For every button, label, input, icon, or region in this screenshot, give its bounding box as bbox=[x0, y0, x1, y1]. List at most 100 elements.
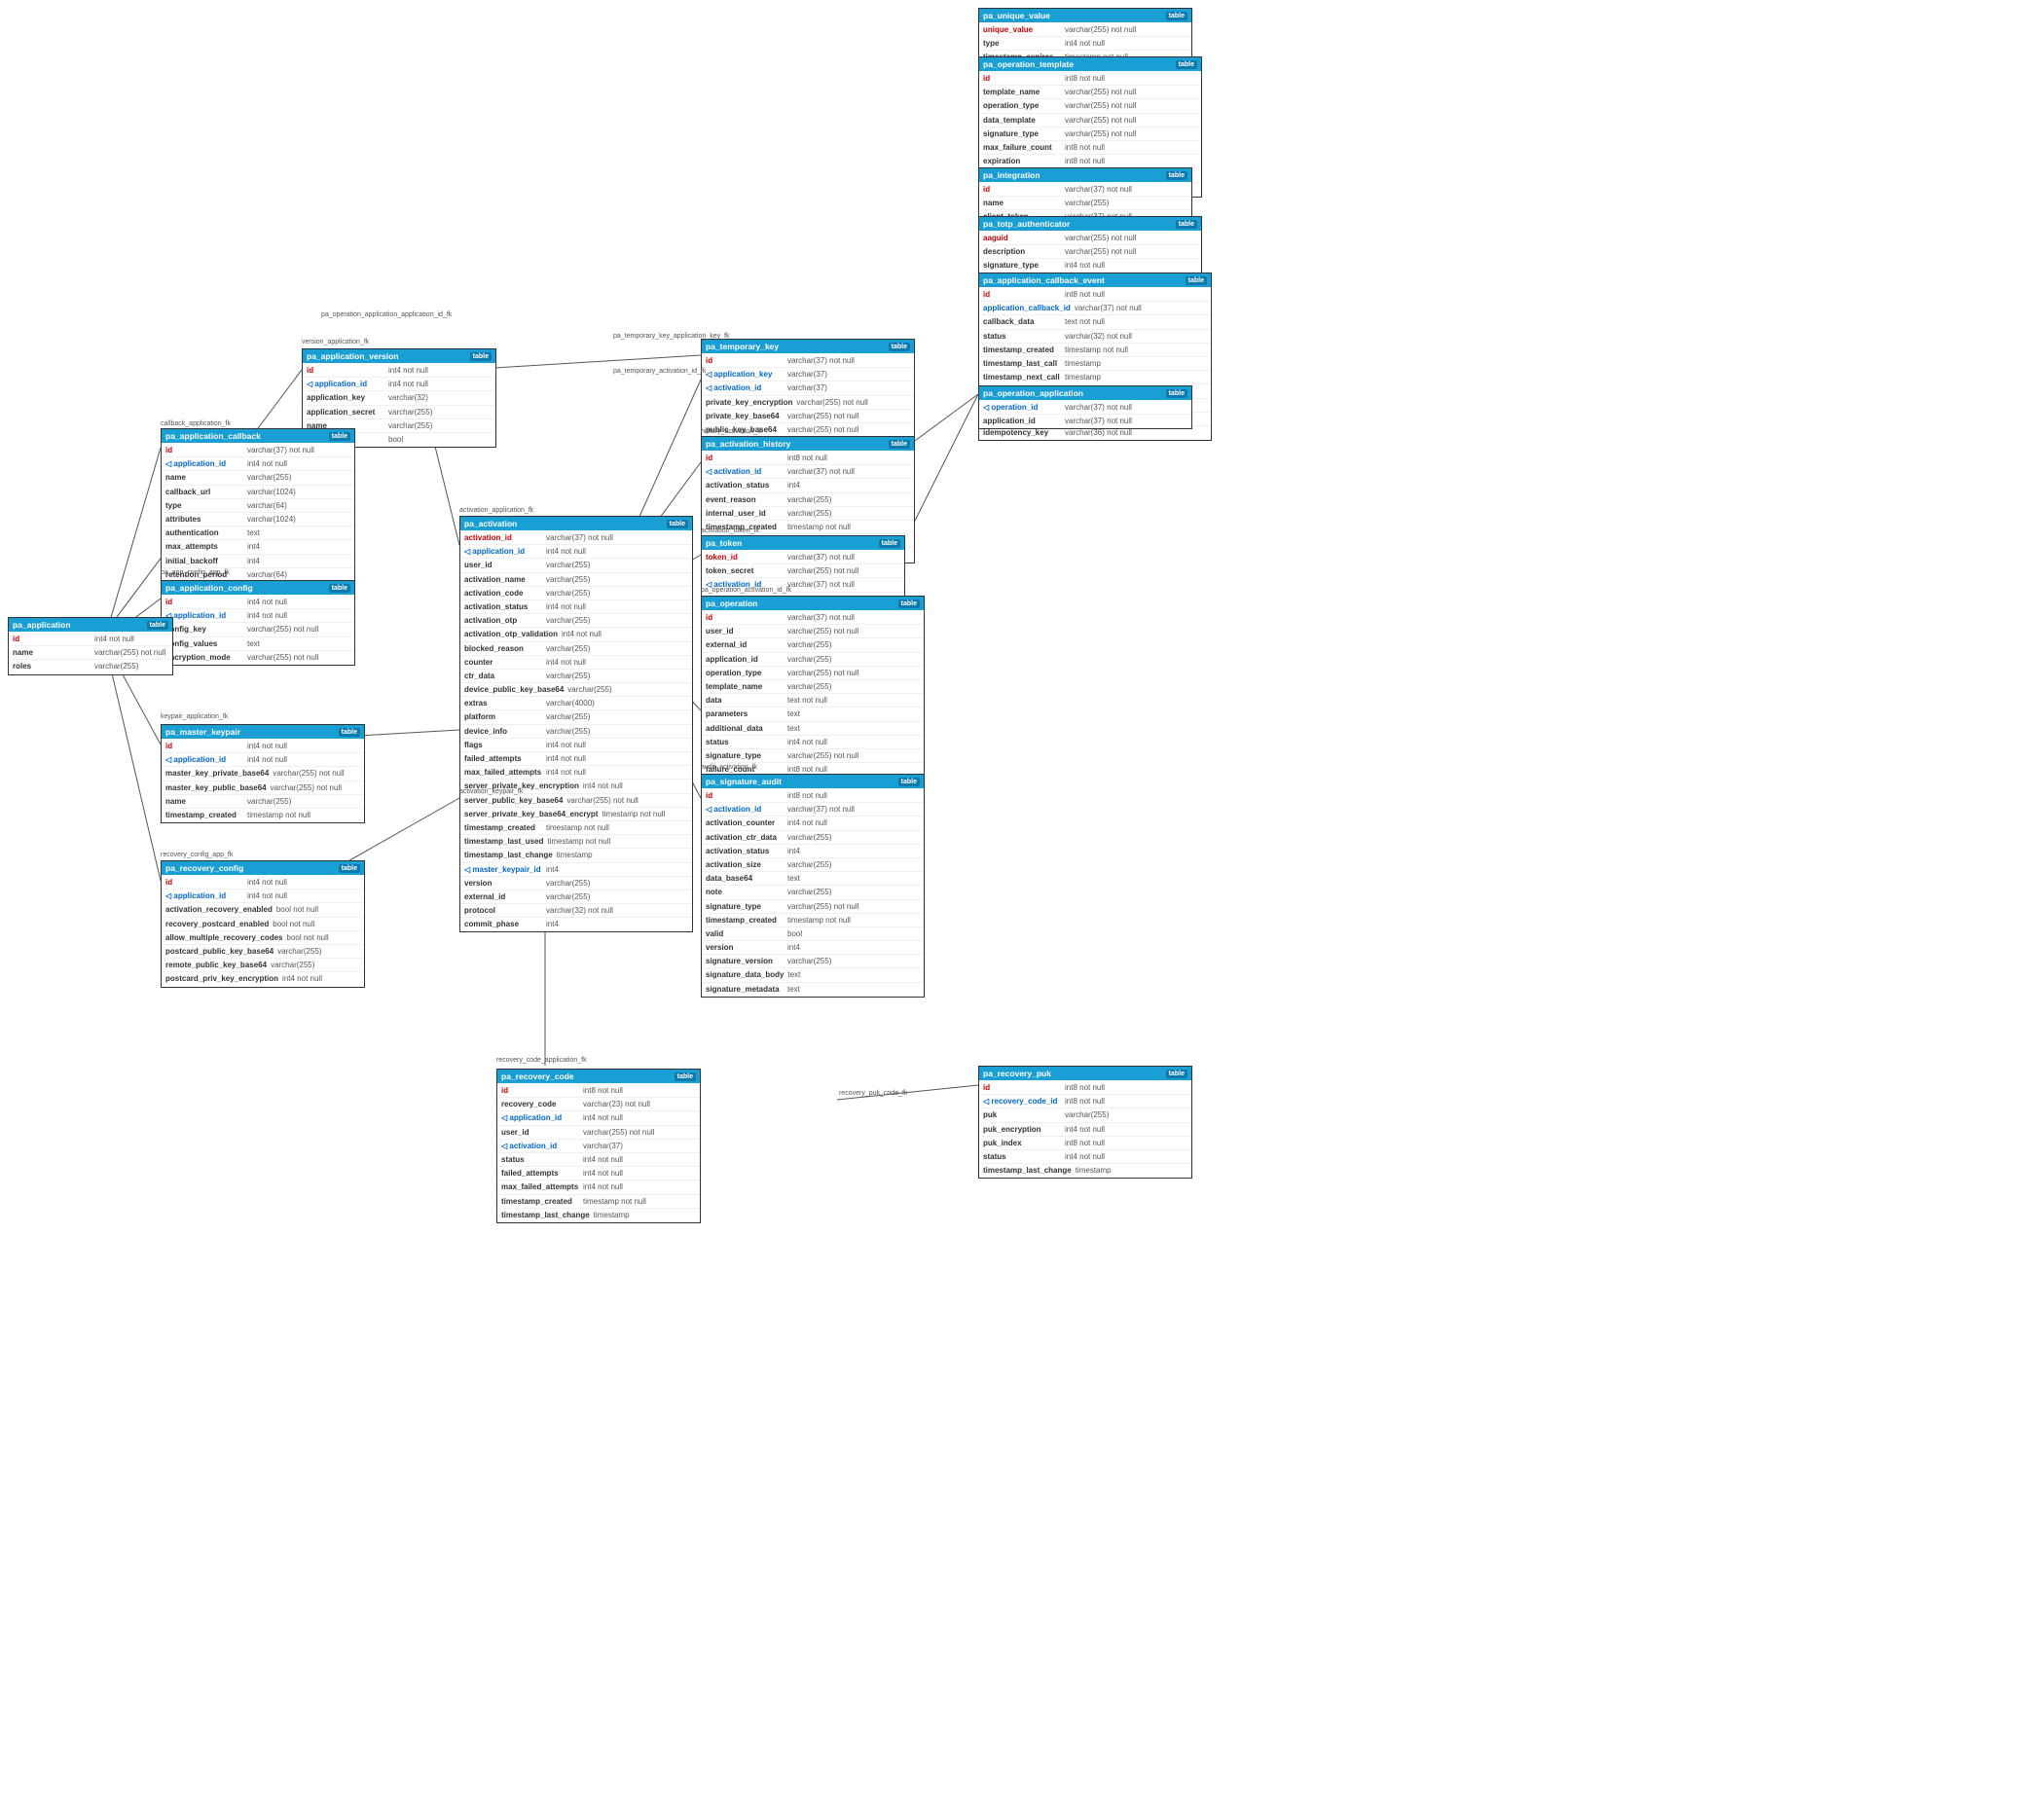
table-badge: table bbox=[339, 864, 360, 873]
table-row: ◁ application_idint4 not null bbox=[460, 545, 692, 559]
table-row: idvarchar(37) not null bbox=[702, 611, 924, 625]
table-title: pa_unique_value bbox=[983, 11, 1050, 20]
table-row: signature_typevarchar(255) not null bbox=[702, 900, 924, 914]
table-header-pa-operation-template: pa_operation_template table bbox=[979, 57, 1201, 71]
table-row: remote_public_key_base64varchar(255) bbox=[162, 959, 364, 972]
fk-label-recovery-code-application: recovery_code_application_fk bbox=[496, 1057, 587, 1064]
table-row: versionvarchar(255) bbox=[460, 877, 692, 890]
table-row: attributesvarchar(1024) bbox=[162, 513, 354, 527]
table-row: extrasvarchar(4000) bbox=[460, 697, 692, 710]
table-row: ◁ master_keypair_idint4 bbox=[460, 863, 692, 877]
table-body: idint8 not null ◁ recovery_code_idint8 n… bbox=[979, 1080, 1191, 1178]
table-row: callback_datatext not null bbox=[979, 315, 1211, 329]
table-row: recovery_postcard_enabledbool not null bbox=[162, 918, 364, 931]
table-row: idint8 not null bbox=[702, 789, 924, 803]
table-row: activation_otpvarchar(255) bbox=[460, 614, 692, 628]
table-row: application_secretvarchar(255) bbox=[303, 406, 495, 419]
table-row: idvarchar(37) not null bbox=[162, 444, 354, 457]
table-row: timestamp_createdtimestamp not null bbox=[162, 809, 364, 821]
table-body: idint4 not null ◁ application_idint4 not… bbox=[162, 875, 364, 987]
table-row: allow_multiple_recovery_codesbool not nu… bbox=[162, 931, 364, 945]
table-row: ◁ recovery_code_idint8 not null bbox=[979, 1095, 1191, 1108]
table-row: timestamp_last_usedtimestamp not null bbox=[460, 835, 692, 849]
table-header-pa-recovery-puk: pa_recovery_puk table bbox=[979, 1067, 1191, 1080]
table-row: template_namevarchar(255) not null bbox=[979, 86, 1201, 99]
table-row: puk_encryptionint4 not null bbox=[979, 1123, 1191, 1137]
table-title: pa_signature_audit bbox=[706, 777, 782, 786]
table-row: idint4 not null bbox=[303, 364, 495, 378]
table-row: parameterstext bbox=[702, 708, 924, 721]
table-body: idint8 not null ◁ activation_idvarchar(3… bbox=[702, 788, 924, 997]
table-row: max_failure_countint8 not null bbox=[979, 141, 1201, 155]
table-row: postcard_priv_key_encryptionint4 not nul… bbox=[162, 972, 364, 985]
table-row: master_key_private_base64varchar(255) no… bbox=[162, 767, 364, 781]
table-badge: table bbox=[879, 539, 900, 548]
table-pa-operation-application: pa_operation_application table ◁ operati… bbox=[978, 385, 1192, 429]
table-row: idvarchar(37) not null bbox=[702, 354, 914, 368]
table-row: application_callback_idvarchar(37) not n… bbox=[979, 302, 1211, 315]
table-row: ◁ activation_idvarchar(37) bbox=[497, 1140, 700, 1153]
table-row: max_failed_attemptsint4 not null bbox=[460, 766, 692, 780]
table-row: idint4 not null bbox=[9, 633, 172, 646]
table-row: device_infovarchar(255) bbox=[460, 725, 692, 739]
table-row: internal_user_idvarchar(255) bbox=[702, 507, 914, 521]
table-row: master_key_public_base64varchar(255) not… bbox=[162, 781, 364, 795]
diagram-container: pa_unique_value table unique_valuevarcha… bbox=[0, 0, 2044, 1816]
table-row: application_keyvarchar(32) bbox=[303, 391, 495, 405]
table-header-pa-activation: pa_activation table bbox=[460, 517, 692, 530]
table-badge: table bbox=[1186, 276, 1207, 285]
table-row: idvarchar(37) not null bbox=[979, 183, 1191, 197]
table-row: validbool bbox=[702, 927, 924, 941]
table-body: ◁ operation_idvarchar(37) not null appli… bbox=[979, 400, 1191, 428]
table-row: timestamp_createdtimestamp not null bbox=[702, 914, 924, 927]
table-title: pa_integration bbox=[983, 170, 1040, 180]
table-header-pa-application-callback: pa_application_callback table bbox=[162, 429, 354, 443]
table-title: pa_totp_authenticator bbox=[983, 219, 1070, 229]
table-row: config_keyvarchar(255) not null bbox=[162, 623, 354, 636]
table-row: server_private_key_base64_encrypttimesta… bbox=[460, 808, 692, 821]
table-row: token_idvarchar(37) not null bbox=[702, 551, 904, 564]
table-row: counterint4 not null bbox=[460, 656, 692, 670]
table-header-pa-operation-application: pa_operation_application table bbox=[979, 386, 1191, 400]
table-row: platformvarchar(255) bbox=[460, 710, 692, 724]
table-row: external_idvarchar(255) bbox=[460, 890, 692, 904]
table-row: private_key_encryptionvarchar(255) not n… bbox=[702, 396, 914, 410]
table-row: data_templatevarchar(255) not null bbox=[979, 114, 1201, 127]
table-row: timestamp_createdtimestamp not null bbox=[460, 821, 692, 835]
table-row: idint8 not null bbox=[979, 1081, 1191, 1095]
fk-label-keypair: keypair_application_fk bbox=[161, 713, 228, 720]
table-header-pa-application-config: pa_application_config table bbox=[162, 581, 354, 595]
table-row: unique_valuevarchar(255) not null bbox=[979, 23, 1191, 37]
table-row: timestamp_createdtimestamp not null bbox=[497, 1195, 700, 1209]
table-row: timestamp_next_calltimestamp bbox=[979, 371, 1211, 384]
table-row: puk_indexint8 not null bbox=[979, 1137, 1191, 1150]
table-row: rolesvarchar(255) bbox=[9, 660, 172, 672]
table-title: pa_operation bbox=[706, 599, 757, 608]
table-title: pa_application_config bbox=[165, 583, 253, 593]
table-row: flagsint4 not null bbox=[460, 739, 692, 752]
table-row: activation_recovery_enabledbool not null bbox=[162, 903, 364, 917]
table-row: user_idvarchar(255) not null bbox=[702, 625, 924, 638]
table-badge: table bbox=[898, 778, 920, 786]
table-title: pa_token bbox=[706, 538, 742, 548]
table-badge: table bbox=[667, 520, 688, 528]
table-row: signature_typevarchar(255) not null bbox=[702, 749, 924, 763]
table-row: activation_otp_validationint4 not null bbox=[460, 628, 692, 641]
table-row: namevarchar(255) bbox=[979, 197, 1191, 210]
table-row: postcard_public_key_base64varchar(255) bbox=[162, 945, 364, 959]
table-row: statusint4 not null bbox=[497, 1153, 700, 1167]
table-body: idint8 not null recovery_codevarchar(23)… bbox=[497, 1083, 700, 1222]
table-pa-master-keypair: pa_master_keypair table idint4 not null … bbox=[161, 724, 365, 823]
fk-label-activation-version: activation_application_fk bbox=[459, 507, 533, 514]
table-row: activation_sizevarchar(255) bbox=[702, 858, 924, 872]
table-row: idint8 not null bbox=[979, 288, 1211, 302]
table-badge: table bbox=[339, 728, 360, 737]
table-row: ◁ application_idint4 not null bbox=[162, 753, 364, 767]
table-row: ◁ activation_idvarchar(37) not null bbox=[702, 465, 914, 479]
table-row: activation_counterint4 not null bbox=[702, 817, 924, 830]
table-row: datatext not null bbox=[702, 694, 924, 708]
table-body: activation_idvarchar(37) not null ◁ appl… bbox=[460, 530, 692, 931]
fk-label-activation-keypair: activation_keypair_fk bbox=[459, 788, 523, 795]
table-title: pa_operation_template bbox=[983, 59, 1074, 69]
fk-label-app-config: pa_app_config_app_fk bbox=[161, 569, 230, 576]
